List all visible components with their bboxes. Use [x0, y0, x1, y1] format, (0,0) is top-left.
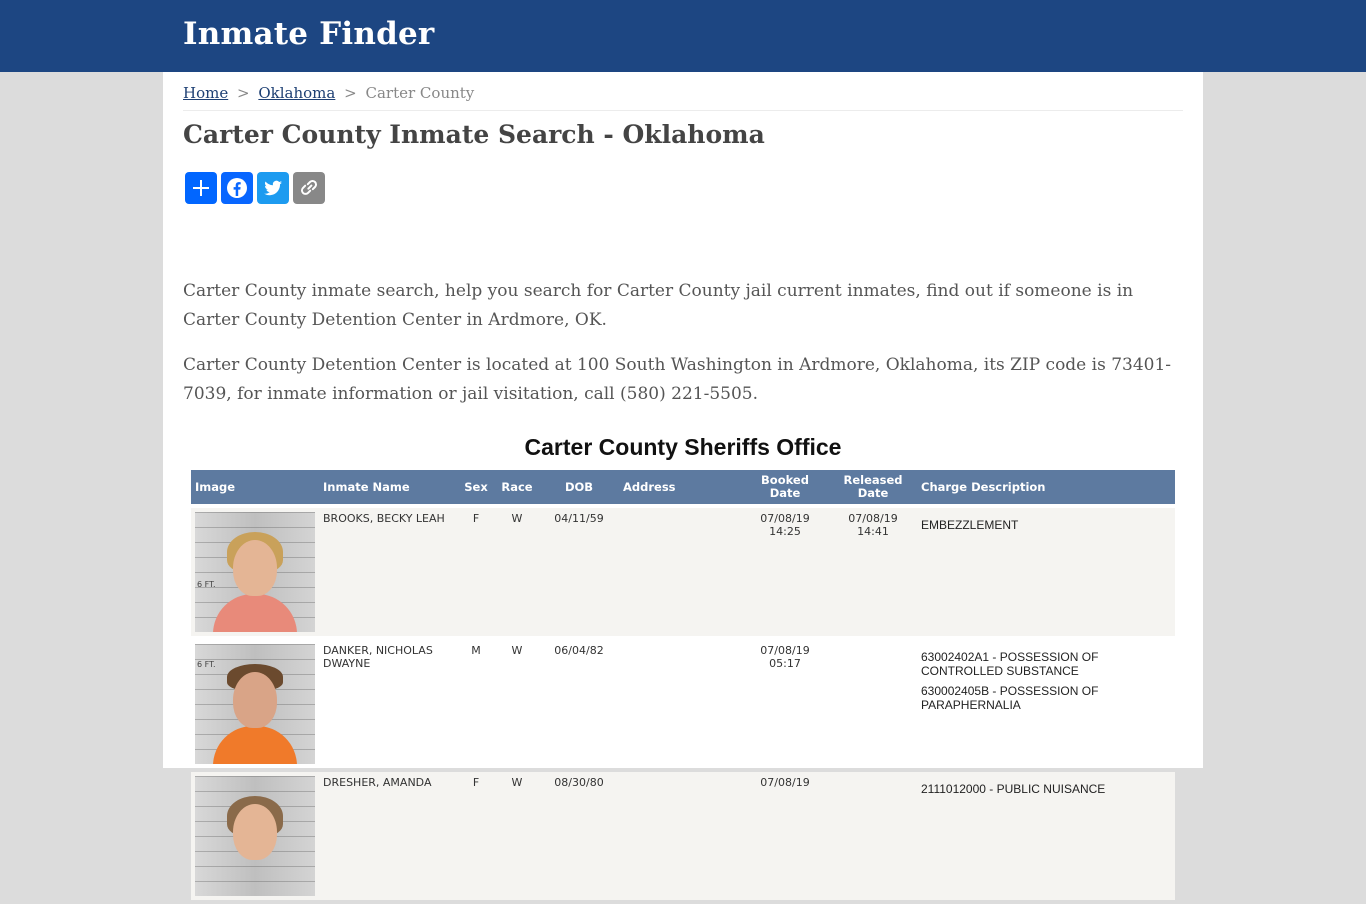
column-header-released: Released Date: [829, 470, 917, 504]
inmate-sex: F: [457, 508, 495, 636]
released-date: 07/08/19 14:41: [829, 508, 917, 636]
column-header-image: Image: [191, 470, 319, 504]
inmate-sex: M: [457, 640, 495, 768]
charge-description: 63002402A1 - POSSESSION OF CONTROLLED SU…: [917, 640, 1175, 768]
breadcrumb-current: Carter County: [365, 84, 475, 102]
inmate-race: W: [495, 640, 539, 768]
inmate-dob: 04/11/59: [539, 508, 619, 636]
height-chart-label: 6 FT.: [197, 580, 216, 589]
inmate-dob: 06/04/82: [539, 640, 619, 768]
booked-date: 07/08/19 14:25: [741, 508, 829, 636]
breadcrumb-home-link[interactable]: Home: [183, 84, 228, 102]
column-header-race: Race: [495, 470, 539, 504]
intro-paragraph: Carter County Detention Center is locate…: [183, 355, 1172, 404]
share-buttons: [185, 172, 325, 204]
inmate-address: [619, 640, 741, 768]
inmate-address: [619, 508, 741, 636]
inmate-name: BROOKS, BECKY LEAH: [319, 508, 457, 636]
inmate-photo[interactable]: 6 FT.: [195, 512, 315, 632]
breadcrumb: Home > Oklahoma > Carter County: [183, 84, 1183, 111]
breadcrumb-separator: >: [344, 84, 357, 102]
photo-cell: [191, 772, 319, 900]
column-header-dob: DOB: [539, 470, 619, 504]
link-icon: [300, 179, 318, 195]
table-row: 6 FT. DANKER, NICHOLAS DWAYNE M W 06/04/…: [191, 640, 1175, 768]
breadcrumb-state-link[interactable]: Oklahoma: [258, 84, 335, 102]
released-date: [829, 640, 917, 768]
inmate-dob: 08/30/80: [539, 772, 619, 900]
inmate-photo[interactable]: [195, 776, 315, 896]
table-row: DRESHER, AMANDA F W 08/30/80 07/08/19 21…: [191, 772, 1175, 900]
charge-item: 63002402A1 - POSSESSION OF CONTROLLED SU…: [921, 650, 1099, 678]
charge-item: 630002405B - POSSESSION OF PARAPHERNALIA: [921, 684, 1099, 712]
facebook-share-button[interactable]: [221, 172, 253, 204]
height-chart-label: 6 FT.: [197, 660, 216, 669]
charge-item: EMBEZZLEMENT: [921, 518, 1019, 532]
copy-link-button[interactable]: [293, 172, 325, 204]
photo-cell: 6 FT.: [191, 508, 319, 636]
inmate-address: [619, 772, 741, 900]
inmate-sex: F: [457, 772, 495, 900]
charge-item: 2111012000 - PUBLIC NUISANCE: [921, 782, 1106, 796]
inmate-race: W: [495, 508, 539, 636]
column-header-address: Address: [619, 470, 741, 504]
inmate-photo[interactable]: 6 FT.: [195, 644, 315, 764]
table-row: 6 FT. BROOKS, BECKY LEAH F W 04/11/59 07…: [191, 508, 1175, 636]
column-header-name: Inmate Name: [319, 470, 457, 504]
column-header-booked: Booked Date: [741, 470, 829, 504]
column-header-charge: Charge Description: [917, 470, 1175, 504]
inmate-table: Image Inmate Name Sex Race DOB Address B…: [191, 466, 1175, 904]
charge-description: EMBEZZLEMENT: [917, 508, 1175, 636]
breadcrumb-separator: >: [237, 84, 250, 102]
booked-date: 07/08/19: [741, 772, 829, 900]
plus-icon: [193, 180, 209, 196]
inmate-name: DANKER, NICHOLAS DWAYNE: [319, 640, 457, 768]
inmate-name: DRESHER, AMANDA: [319, 772, 457, 900]
roster-title: Carter County Sheriffs Office: [524, 434, 842, 460]
main-content: Home > Oklahoma > Carter County Carter C…: [163, 72, 1203, 900]
page-title: Carter County Inmate Search - Oklahoma: [183, 120, 765, 149]
column-header-sex: Sex: [457, 470, 495, 504]
table-header-row: Image Inmate Name Sex Race DOB Address B…: [191, 470, 1175, 504]
charge-description: 2111012000 - PUBLIC NUISANCE: [917, 772, 1175, 900]
released-date: [829, 772, 917, 900]
twitter-icon: [264, 180, 282, 196]
intro-text: Carter County inmate search, help you se…: [183, 277, 1183, 425]
booked-date: 07/08/19 05:17: [741, 640, 829, 768]
site-logo-link[interactable]: Inmate Finder: [183, 16, 434, 52]
photo-cell: 6 FT.: [191, 640, 319, 768]
inmate-race: W: [495, 772, 539, 900]
twitter-share-button[interactable]: [257, 172, 289, 204]
share-add-button[interactable]: [185, 172, 217, 204]
site-header: Inmate Finder: [0, 0, 1366, 72]
intro-paragraph: Carter County inmate search, help you se…: [183, 281, 1134, 330]
facebook-icon: [227, 178, 247, 198]
